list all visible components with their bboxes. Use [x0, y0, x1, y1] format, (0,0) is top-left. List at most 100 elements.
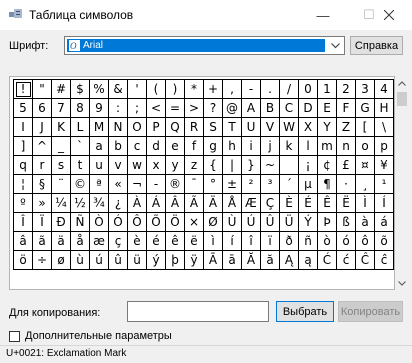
character-cell[interactable]: q: [13, 155, 33, 175]
scroll-up-button[interactable]: [395, 76, 409, 90]
character-cell[interactable]: è: [127, 231, 147, 251]
character-cell[interactable]: w: [127, 155, 147, 175]
character-cell[interactable]: ]: [13, 136, 33, 156]
character-cell[interactable]: d: [146, 136, 166, 156]
character-cell[interactable]: Ã: [184, 193, 204, 213]
character-cell[interactable]: o: [355, 136, 375, 156]
character-cell[interactable]: =: [165, 98, 185, 118]
character-cell[interactable]: ý: [146, 250, 166, 270]
character-cell[interactable]: @: [222, 98, 242, 118]
character-cell[interactable]: ï: [260, 231, 280, 251]
character-cell[interactable]: 9: [89, 98, 109, 118]
character-cell[interactable]: [279, 155, 299, 175]
character-cell[interactable]: à: [355, 212, 375, 232]
character-cell[interactable]: ,: [222, 79, 242, 99]
character-cell[interactable]: H: [374, 98, 394, 118]
character-cell[interactable]: _: [51, 136, 71, 156]
character-cell[interactable]: ^: [32, 136, 52, 156]
character-cell[interactable]: Õ: [146, 212, 166, 232]
character-cell[interactable]: ®: [165, 174, 185, 194]
character-cell[interactable]: B: [260, 98, 280, 118]
character-cell[interactable]: Ć: [317, 250, 337, 270]
character-cell[interactable]: ù: [70, 250, 90, 270]
character-cell[interactable]: Ô: [127, 212, 147, 232]
character-cell[interactable]: t: [70, 155, 90, 175]
character-cell[interactable]: Ĉ: [355, 250, 375, 270]
character-cell[interactable]: µ: [298, 174, 318, 194]
character-cell[interactable]: ": [32, 79, 52, 99]
character-cell[interactable]: ü: [127, 250, 147, 270]
character-cell[interactable]: ç: [108, 231, 128, 251]
character-cell[interactable]: O: [127, 117, 147, 137]
character-cell[interactable]: Ï: [32, 212, 52, 232]
character-cell[interactable]: F: [336, 98, 356, 118]
character-cell[interactable]: «: [108, 174, 128, 194]
character-cell[interactable]: ê: [165, 231, 185, 251]
character-cell[interactable]: p: [374, 136, 394, 156]
character-cell[interactable]: õ: [374, 231, 394, 251]
character-cell[interactable]: c: [127, 136, 147, 156]
character-cell[interactable]: þ: [165, 250, 185, 270]
character-cell[interactable]: \: [374, 117, 394, 137]
character-cell[interactable]: [: [355, 117, 375, 137]
character-cell[interactable]: Ð: [51, 212, 71, 232]
character-cell[interactable]: ¼: [51, 193, 71, 213]
scroll-thumb[interactable]: [397, 92, 407, 106]
character-cell[interactable]: r: [32, 155, 52, 175]
character-cell[interactable]: À: [127, 193, 147, 213]
character-cell[interactable]: C: [279, 98, 299, 118]
character-cell[interactable]: i: [241, 136, 261, 156]
character-cell[interactable]: k: [279, 136, 299, 156]
character-cell[interactable]: ¾: [89, 193, 109, 213]
close-button[interactable]: [366, 0, 412, 30]
character-cell[interactable]: S: [203, 117, 223, 137]
character-cell[interactable]: V: [260, 117, 280, 137]
character-cell[interactable]: ²: [241, 174, 261, 194]
character-cell[interactable]: â: [13, 231, 33, 251]
character-cell[interactable]: %: [89, 79, 109, 99]
character-cell[interactable]: ½: [70, 193, 90, 213]
scroll-down-button[interactable]: [395, 276, 409, 290]
character-cell[interactable]: T: [222, 117, 242, 137]
character-cell[interactable]: j: [260, 136, 280, 156]
character-cell[interactable]: G: [355, 98, 375, 118]
character-cell[interactable]: s: [51, 155, 71, 175]
character-cell[interactable]: Û: [260, 212, 280, 232]
character-cell[interactable]: K: [51, 117, 71, 137]
character-cell[interactable]: ì: [203, 231, 223, 251]
character-cell[interactable]: Ą: [279, 250, 299, 270]
character-cell[interactable]: ë: [184, 231, 204, 251]
character-cell[interactable]: N: [108, 117, 128, 137]
character-cell[interactable]: ª: [89, 174, 109, 194]
character-cell[interactable]: `: [70, 136, 90, 156]
character-cell[interactable]: f: [184, 136, 204, 156]
character-cell[interactable]: ú: [89, 250, 109, 270]
character-cell[interactable]: ´: [279, 174, 299, 194]
character-cell[interactable]: Ë: [336, 193, 356, 213]
character-cell[interactable]: ×: [184, 212, 204, 232]
character-cell[interactable]: |: [222, 155, 242, 175]
character-cell[interactable]: g: [203, 136, 223, 156]
character-cell[interactable]: ã: [32, 231, 52, 251]
character-cell[interactable]: :: [108, 98, 128, 118]
character-cell[interactable]: ò: [317, 231, 337, 251]
character-cell[interactable]: /: [279, 79, 299, 99]
character-cell[interactable]: Ñ: [70, 212, 90, 232]
character-cell[interactable]: D: [298, 98, 318, 118]
character-cell[interactable]: ó: [336, 231, 356, 251]
character-cell[interactable]: ¶: [317, 174, 337, 194]
character-cell[interactable]: ô: [355, 231, 375, 251]
character-cell[interactable]: x: [146, 155, 166, 175]
character-cell[interactable]: Ø: [203, 212, 223, 232]
character-cell[interactable]: Q: [165, 117, 185, 137]
character-cell[interactable]: <: [146, 98, 166, 118]
character-cell[interactable]: ¸: [355, 174, 375, 194]
character-cell[interactable]: -: [241, 79, 261, 99]
character-cell[interactable]: î: [241, 231, 261, 251]
character-cell[interactable]: 1: [317, 79, 337, 99]
character-cell[interactable]: ·: [336, 174, 356, 194]
character-cell[interactable]: £: [336, 155, 356, 175]
character-cell[interactable]: Y: [317, 117, 337, 137]
character-cell[interactable]: #: [51, 79, 71, 99]
character-cell[interactable]: Æ: [241, 193, 261, 213]
